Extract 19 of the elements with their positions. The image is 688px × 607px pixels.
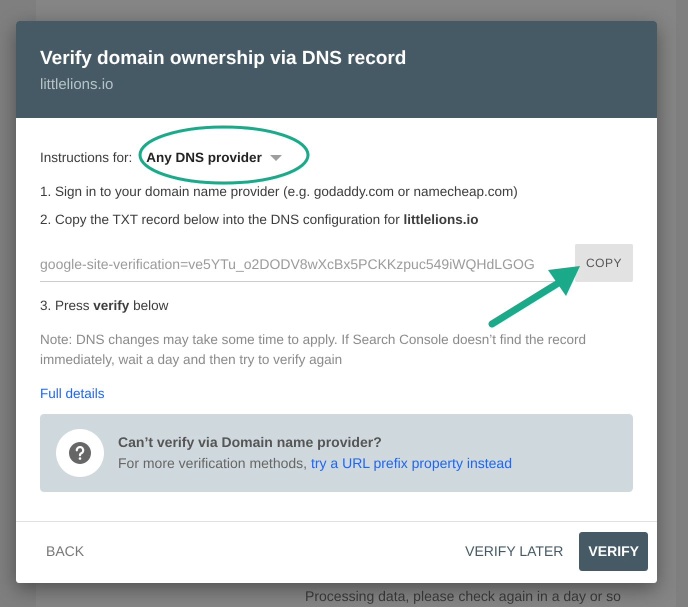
help-title: Can’t verify via Domain name provider? — [118, 433, 383, 452]
status-text: Processing data, please check again in a day or so — [305, 587, 621, 606]
url-prefix-link[interactable]: try a URL prefix property instead — [310, 455, 512, 472]
dialog-subtitle: littlelions.io — [40, 74, 114, 94]
verify-button[interactable]: VERIFY — [579, 532, 648, 571]
provider-dropdown[interactable]: Any DNS provider — [146, 148, 282, 168]
back-button[interactable]: BACK — [30, 532, 100, 571]
help-icon — [56, 429, 104, 478]
step-text: 2. Copy the TXT record below into the DNS configuration for littlelions.io — [40, 210, 480, 229]
caret-icon — [270, 155, 282, 162]
help-text: For more verification methods, — [118, 455, 308, 472]
full-details-link[interactable]: Full details — [40, 386, 105, 401]
step-text: 3. Press verify below — [40, 296, 170, 315]
copy-button[interactable]: COPY — [574, 244, 633, 282]
instructions-label: Instructions for: — [40, 149, 132, 167]
verify-later-button[interactable]: VERIFY LATER — [449, 532, 580, 571]
step-text: 1. Sign in to your domain name provider (e.g. godaddy.com or namecheap.com) — [40, 183, 519, 202]
dialog-title: Verify domain ownership via DNS record — [40, 47, 408, 71]
note-text: Note: DNS changes may take some time to apply. If Search Console doesn’t find the record immediately, wait a day and then try to verify again — [40, 331, 588, 369]
